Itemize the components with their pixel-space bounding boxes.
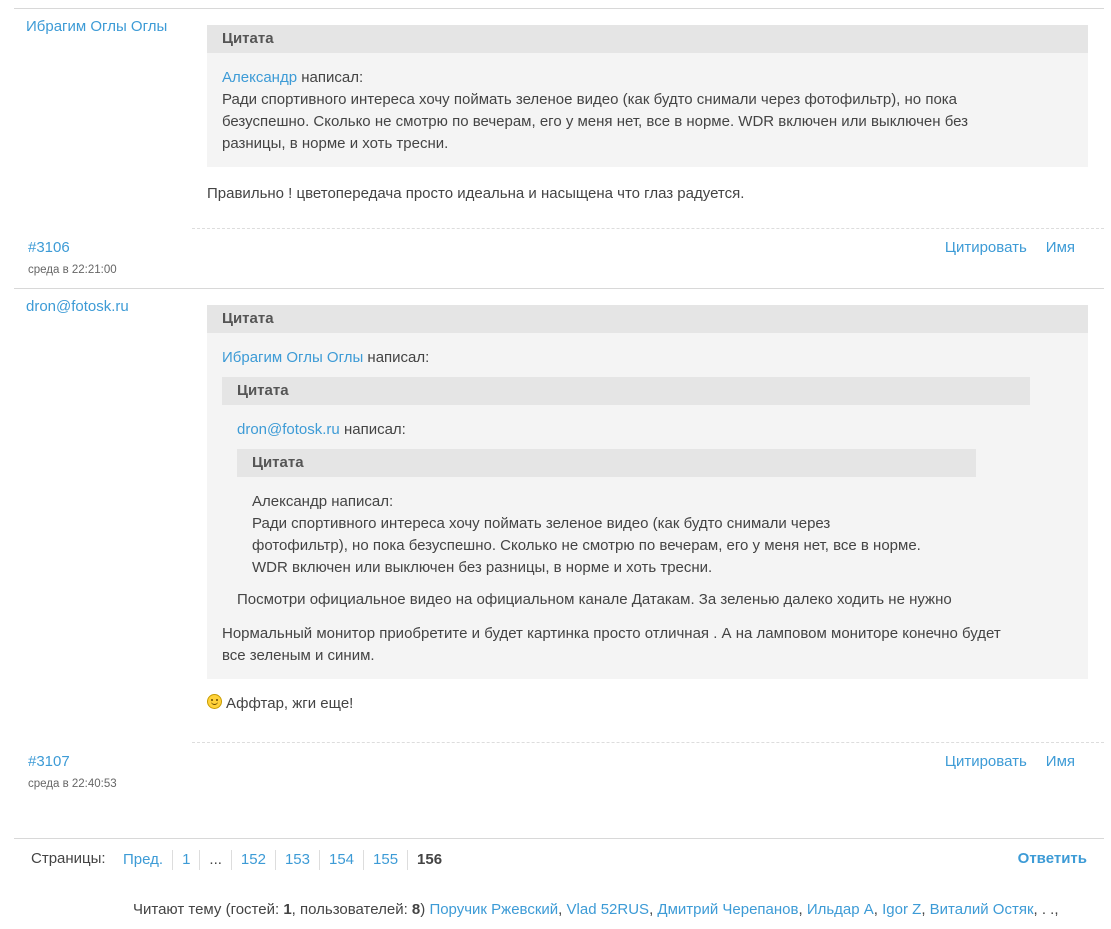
post-actions: Цитировать Имя [926, 753, 1075, 770]
page-link-153[interactable]: 153 [276, 850, 320, 870]
quote-text-line: Ради спортивного интереса хочу поймать з… [222, 91, 958, 108]
nested-quote-header: Цитата [222, 377, 1030, 405]
readers-users-count: 8 [411, 901, 421, 918]
quote-header: Цитата [207, 25, 1088, 53]
deep-quote-line: WDR включен или выключен без разницы, в … [252, 559, 713, 576]
nested-quote-text: Посмотри официальное видео на официально… [237, 591, 952, 608]
pagination-label: Страницы: [31, 850, 106, 867]
post-author-link[interactable]: dron@fotosk.ru [26, 298, 129, 315]
page-ellipsis: ... [200, 850, 232, 870]
quote-author-link[interactable]: Ибрагим Оглы Оглы [222, 349, 363, 366]
pagination-bar: Страницы: Пред. 1... 152 153 154 155 156 Ответ… [14, 838, 1104, 881]
quote-header: Цитата [207, 305, 1088, 333]
quote-button[interactable]: Цитировать [945, 753, 1027, 770]
reply-button[interactable]: Ответить [1018, 850, 1087, 867]
readers-suffix: ) [420, 901, 426, 918]
post-message-text: Аффтар, жги еще! [226, 695, 354, 712]
post-message: Правильно ! цветопередача просто идеальн… [207, 185, 745, 202]
quote-text-line: разницы, в норме и хоть тресни. [222, 135, 449, 152]
quote-body: Александр написал: Ради спортивного инте… [207, 53, 1088, 167]
deep-quote-line: фотофильтр), но пока безуспешно. Сколько… [252, 537, 921, 554]
quote-block: Цитата Ибрагим Оглы Оглы написал: Цитата… [207, 305, 1088, 679]
quote-body: Ибрагим Оглы Оглы написал: Цитата dron@f… [207, 333, 1088, 679]
reader-link[interactable]: Vlad 52RUS [567, 901, 650, 918]
pagination-pages: Пред. 1... 152 153 154 155 156 [114, 850, 451, 870]
quote-button[interactable]: Цитировать [945, 239, 1027, 256]
reader-link[interactable]: Виталий Остяк [930, 901, 1034, 918]
readers-prefix: Читают тему (гостей: [133, 901, 284, 918]
post-actions: Цитировать Имя [926, 239, 1075, 256]
smile-icon [207, 694, 222, 709]
reader-link[interactable]: Ильдар А [807, 901, 874, 918]
readers-mid: , пользователей: [291, 901, 412, 918]
post-number-link[interactable]: #3106 [28, 239, 70, 256]
page-link-155[interactable]: 155 [364, 850, 409, 870]
nested-quote-block: Цитата dron@fotosk.ru написал: Цитата Ал… [222, 377, 1030, 615]
name-button[interactable]: Имя [1046, 753, 1075, 770]
nested-quote-author-link[interactable]: dron@fotosk.ru [237, 421, 340, 438]
deep-quote-block: Цитата Александр написал: Ради спортивно… [237, 449, 976, 589]
reader-link[interactable]: Поручик Ржевский [429, 901, 558, 918]
quote-author-link[interactable]: Александр [222, 69, 297, 86]
quote-text-line: безуспешно. Сколько не смотрю по вечерам… [222, 113, 969, 130]
deep-quote-body: Александр написал: Ради спортивного инте… [237, 477, 1027, 589]
deep-quote-line: Александр написал: [252, 493, 394, 510]
nested-quote-body: dron@fotosk.ru написал: Цитата Александр… [222, 405, 1030, 615]
post-divider [192, 742, 1104, 743]
post-author-link[interactable]: Ибрагим Оглы Оглы [26, 18, 167, 35]
post-time: среда в 22:21:00 [28, 264, 117, 276]
post-content: Цитата Александр написал: Ради спортивно… [207, 25, 1088, 205]
reader-link[interactable]: Igor Z [882, 901, 921, 918]
deep-quote-line: Ради спортивного интереса хочу поймать з… [252, 515, 831, 532]
quote-wrote-label: написал: [343, 421, 406, 438]
quote-block: Цитата Александр написал: Ради спортивно… [207, 25, 1088, 167]
post-time: среда в 22:40:53 [28, 778, 117, 790]
readers-tail: , . ., [1033, 901, 1059, 918]
quote-wrote-label: написал: [367, 349, 430, 366]
page-link-154[interactable]: 154 [320, 850, 365, 870]
quote-text-line: все зеленым и синим. [222, 647, 375, 664]
post-3107: dron@fotosk.ru Цитата Ибрагим Оглы Оглы … [14, 288, 1104, 809]
post-divider [192, 228, 1104, 229]
page-link-152[interactable]: 152 [232, 850, 276, 870]
quote-text-line: Нормальный монитор приобретите и будет к… [222, 625, 1001, 642]
page-link-1[interactable]: 1 [173, 850, 201, 870]
quote-text: Нормальный монитор приобретите и будет к… [222, 623, 1073, 667]
post-content: Цитата Ибрагим Оглы Оглы написал: Цитата… [207, 305, 1088, 715]
deep-quote-header: Цитата [237, 449, 976, 477]
topic-readers: Читают тему (гостей: 1, пользователей: 8… [133, 901, 1059, 918]
quote-wrote-label: написал: [301, 69, 364, 86]
page-prev-link[interactable]: Пред. [114, 850, 174, 870]
reader-link[interactable]: Дмитрий Черепанов [657, 901, 798, 918]
page-current: 156 [417, 851, 443, 868]
post-number-link[interactable]: #3107 [28, 753, 70, 770]
post-message: Аффтар, жги еще! [207, 693, 1088, 715]
name-button[interactable]: Имя [1046, 239, 1075, 256]
post-3106: Ибрагим Оглы Оглы Цитата Александр напис… [14, 8, 1104, 289]
readers-guests-count: 1 [283, 901, 292, 918]
